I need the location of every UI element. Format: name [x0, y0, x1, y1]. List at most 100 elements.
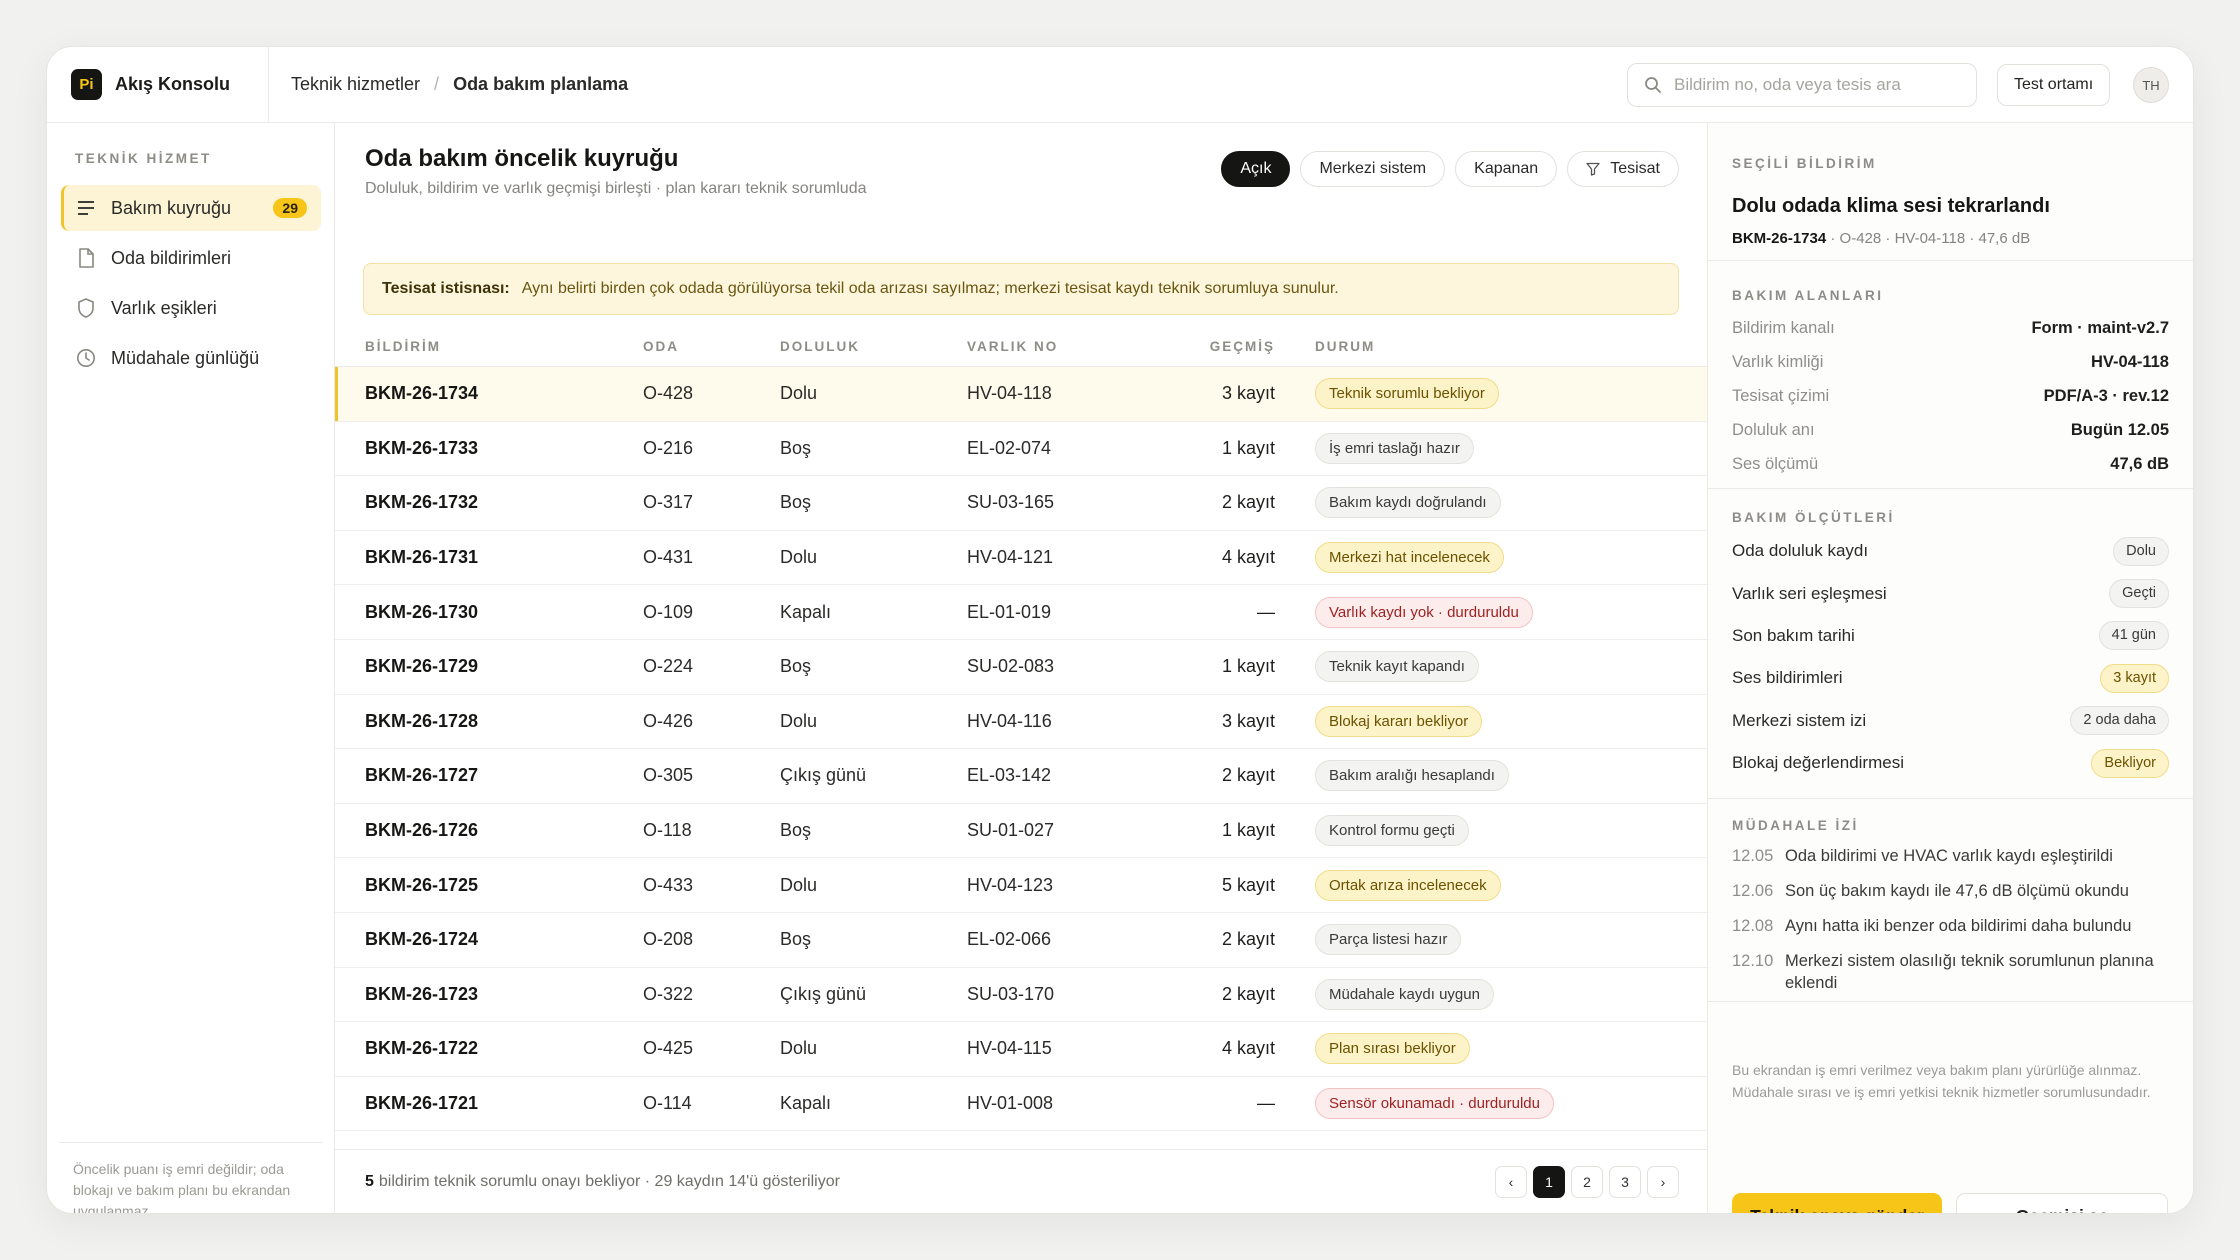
occupancy: Çıkış günü: [780, 765, 867, 786]
metrics-heading: BAKIM ÖLÇÜTLERİ: [1732, 510, 1895, 525]
log-time: 12.06: [1732, 882, 1774, 900]
sidebar-item-intervention-log[interactable]: Müdahale günlüğü: [61, 335, 321, 381]
table-row[interactable]: BKM-26-1726 O-118 Boş SU-01-027 1 kayıt Kontr…: [335, 804, 1707, 859]
selected-meta: BKM-26-1734 · O-428 · HV-04-118 · 47,6 d…: [1732, 230, 2169, 247]
column-header-room[interactable]: ODA: [643, 339, 679, 354]
table-header: BİLDİRİM ODA DOLULUK VARLIK NO GEÇMİŞ DU…: [335, 327, 1707, 367]
table-row[interactable]: BKM-26-1730 O-109 Kapalı EL-01-019 — Varlık k…: [335, 585, 1707, 640]
asset-number: SU-03-170: [967, 983, 1055, 1004]
detail-panel: SEÇİLİ BİLDİRİM Dolu odada klima sesi te…: [1707, 123, 2193, 1213]
column-header-asset[interactable]: VARLIK NO: [967, 339, 1058, 354]
avatar[interactable]: TH: [2133, 67, 2169, 103]
page-subtitle: Doluluk, bildirim ve varlık geçmişi birl…: [365, 180, 867, 197]
metric-badge: 41 gün: [2098, 621, 2169, 651]
asset-number: HV-04-118: [967, 383, 1052, 404]
send-for-approval-button[interactable]: Teknik onaya gönder: [1732, 1193, 1942, 1213]
filter-open[interactable]: Açık: [1221, 151, 1291, 187]
table-row[interactable]: BKM-26-1727 O-305 Çıkış günü EL-03-142 2 kay…: [335, 749, 1707, 804]
page-2-button[interactable]: 2: [1571, 1166, 1603, 1198]
metrics-list: Oda doluluk kaydı Dolu Varlık seri eşleşme…: [1732, 530, 2169, 784]
alert-label: Tesisat istisnası:: [382, 280, 510, 297]
sidebar-item-asset-thresholds[interactable]: Varlık eşikleri: [61, 285, 321, 331]
breadcrumb: Teknik hizmetler / Oda bakım planlama: [291, 74, 628, 95]
sidebar-nav: Bakım kuyruğu 29 Oda bildirimleri Varlık…: [61, 185, 321, 385]
next-page-button[interactable]: ›: [1647, 1166, 1679, 1198]
column-header-status[interactable]: DURUM: [1315, 339, 1375, 354]
asset-number: SU-02-083: [967, 656, 1055, 677]
table-row[interactable]: BKM-26-1733 O-216 Boş EL-02-074 1 kayıt İş em…: [335, 422, 1707, 477]
maintenance-metrics-section: BAKIM ÖLÇÜTLERİ Oda doluluk kaydı Dolu Var…: [1708, 489, 2193, 799]
table-row[interactable]: BKM-26-1722 O-425 Dolu HV-04-115 4 kayıt Plan…: [335, 1022, 1707, 1077]
breadcrumb-parent[interactable]: Teknik hizmetler: [291, 74, 420, 95]
status-cell: Parça listesi hazır: [1315, 924, 1462, 956]
search-input[interactable]: [1674, 75, 1954, 95]
table-row[interactable]: BKM-26-1724 O-208 Boş EL-02-066 2 kayıt Parça…: [335, 913, 1707, 968]
sidebar-item-maintenance-queue[interactable]: Bakım kuyruğu 29: [61, 185, 321, 231]
status-cell: Merkezi hat incelenecek: [1315, 542, 1504, 574]
intervention-trace-section: MÜDAHALE İZİ 12.05 Oda bildirimi ve HVAC …: [1708, 799, 2193, 1002]
status-badge: Teknik kayıt kapandı: [1315, 651, 1479, 683]
table-row[interactable]: BKM-26-1723 O-322 Çıkış günü SU-03-170 2 kay…: [335, 968, 1707, 1023]
status-badge: Parça listesi hazır: [1315, 924, 1462, 956]
occupancy: Boş: [780, 656, 812, 677]
field-label: Bildirim kanalı: [1732, 318, 1835, 337]
asset-number: SU-01-027: [967, 820, 1055, 841]
column-header-occupancy[interactable]: DOLULUK: [780, 339, 860, 354]
alert-text: Aynı belirti birden çok odada görülüyors…: [521, 280, 1339, 297]
status-cell: Sensör okunamadı · durduruldu: [1315, 1088, 1554, 1120]
table-row[interactable]: BKM-26-1732 O-317 Boş SU-03-165 2 kayıt Bakım…: [335, 476, 1707, 531]
breadcrumb-separator: /: [434, 74, 440, 94]
search-box[interactable]: [1627, 63, 1977, 107]
list-icon: [75, 197, 97, 219]
table-row[interactable]: BKM-26-1734 O-428 Dolu HV-04-118 3 kayıt Tekn…: [335, 367, 1707, 422]
shield-icon: [75, 297, 97, 319]
sidebar-item-room-reports[interactable]: Oda bildirimleri: [61, 235, 321, 281]
queue-table: BİLDİRİM ODA DOLULUK VARLIK NO GEÇMİŞ DU…: [335, 327, 1707, 1132]
app-logo: Pi: [71, 69, 102, 100]
field-row: Tesisat çizimi PDF/A-3 · rev.12: [1732, 379, 2169, 413]
table-row[interactable]: BKM-26-1728 O-426 Dolu HV-04-116 3 kayıt Blok…: [335, 695, 1707, 750]
table-row[interactable]: BKM-26-1721 O-114 Kapalı HV-01-008 — Sensör o…: [335, 1077, 1707, 1132]
history-count: 1 kayıt: [1221, 656, 1275, 677]
status-badge: Ortak arıza incelenecek: [1315, 869, 1501, 901]
field-row: Varlık kimliği HV-04-118: [1732, 345, 2169, 379]
column-header-report[interactable]: BİLDİRİM: [365, 339, 441, 354]
asset-number: HV-04-116: [967, 710, 1052, 731]
status-badge: Varlık kaydı yok · durduruldu: [1315, 596, 1533, 628]
field-value: HV-04-118: [2091, 352, 2169, 371]
status-badge: Bakım kaydı doğrulandı: [1315, 487, 1501, 519]
asset-number: EL-01-019: [967, 601, 1052, 622]
prev-page-button[interactable]: ‹: [1495, 1166, 1527, 1198]
occupancy: Boş: [780, 437, 812, 458]
filter-central-system[interactable]: Merkezi sistem: [1300, 151, 1446, 187]
table-row[interactable]: BKM-26-1725 O-433 Dolu HV-04-123 5 kayıt Orta…: [335, 858, 1707, 913]
status-badge: Kontrol formu geçti: [1315, 815, 1469, 847]
app-window: Pi Akış Konsolu Teknik hizmetler / Oda b…: [46, 46, 2194, 1214]
asset-number: HV-01-008: [967, 1093, 1054, 1114]
history-count: —: [1257, 601, 1275, 622]
pagination: ‹ 1 2 3 ›: [1495, 1166, 1679, 1198]
asset-number: HV-04-121: [967, 547, 1054, 568]
log-entry: 12.08 Aynı hatta iki benzer oda bildirimi…: [1732, 915, 2169, 937]
page-3-button[interactable]: 3: [1609, 1166, 1641, 1198]
column-header-history[interactable]: GEÇMİŞ: [1115, 339, 1275, 354]
filter-plumbing[interactable]: Tesisat: [1567, 151, 1679, 187]
report-id: BKM-26-1727: [365, 765, 479, 786]
metric-label: Varlık seri eşleşmesi: [1732, 583, 1887, 603]
metric-row: Merkezi sistem izi 2 oda daha: [1732, 700, 2169, 742]
queue-count-badge: 29: [273, 198, 307, 218]
log-text: Merkezi sistem olasılığı teknik sorumlun…: [1785, 952, 2154, 992]
sidebar-item-label: Müdahale günlüğü: [111, 347, 260, 368]
page-1-button[interactable]: 1: [1533, 1166, 1565, 1198]
metric-badge: 2 oda daha: [2070, 706, 2169, 736]
field-label: Doluluk anı: [1732, 420, 1815, 439]
report-id: BKM-26-1728: [365, 710, 479, 731]
open-history-button[interactable]: Geçmişi aç: [1956, 1193, 2168, 1213]
table-row[interactable]: BKM-26-1731 O-431 Dolu HV-04-121 4 kayıt Merk…: [335, 531, 1707, 586]
filter-icon: [1586, 162, 1600, 176]
pending-count: 5: [365, 1172, 374, 1190]
environment-button[interactable]: Test ortamı: [1997, 64, 2111, 106]
filter-closed[interactable]: Kapanan: [1455, 151, 1558, 187]
brand[interactable]: Pi Akış Konsolu: [47, 47, 269, 122]
table-row[interactable]: BKM-26-1729 O-224 Boş SU-02-083 1 kayıt Tekni…: [335, 640, 1707, 695]
